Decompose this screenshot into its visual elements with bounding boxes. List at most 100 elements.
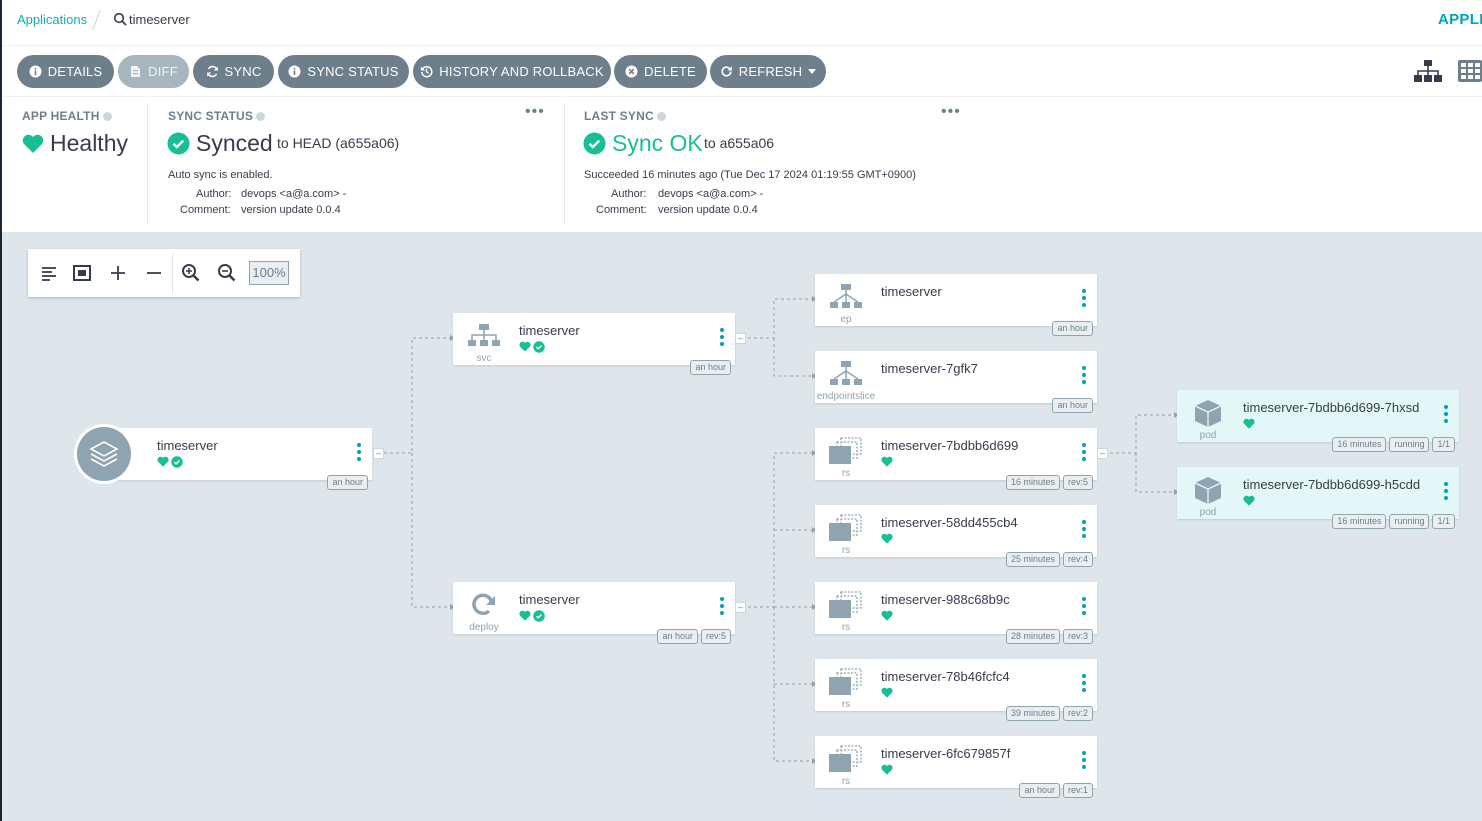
replicaset-node[interactable]: rs timeserver-58dd455cb4 25 minutes rev:4 <box>815 505 1097 567</box>
last-sync-title: LAST SYNC <box>584 109 666 123</box>
node-menu-icon[interactable] <box>1082 751 1086 771</box>
refresh-button-label: REFRESH <box>738 64 803 79</box>
tag: an hour <box>327 475 368 490</box>
node-menu-icon[interactable] <box>357 443 361 463</box>
question-circle-icon[interactable] <box>102 112 112 122</box>
node-tags: 16 minutes running 1/1 <box>1332 437 1455 452</box>
clone-icon <box>829 514 862 541</box>
tag: 39 minutes <box>1005 706 1060 721</box>
sync-status-title: SYNC STATUS <box>168 109 266 123</box>
sync-status-button[interactable]: SYNC STATUS <box>278 55 409 88</box>
refresh-button[interactable]: REFRESH <box>710 55 826 88</box>
delete-button-label: DELETE <box>644 64 696 79</box>
replicaset-node[interactable]: rs timeserver-78b46fcfc4 39 minutes rev:2 <box>815 659 1097 721</box>
deployment-node[interactable]: deploy timeserver an hour rev:5 <box>453 582 735 644</box>
pod-node[interactable]: pod timeserver-7bdbb6d699-7hxsd 16 minut… <box>1177 390 1459 452</box>
replicaset-node[interactable]: rs timeserver-7bdbb6d699 16 minutes rev:5 <box>815 428 1097 490</box>
details-button-label: DETAILS <box>47 64 103 79</box>
sync-icon <box>206 65 218 78</box>
zoom-level-input[interactable]: 100% <box>249 261 289 285</box>
applications-header-label: APPLIC <box>1438 11 1482 28</box>
node-status <box>157 456 183 468</box>
node-menu-icon[interactable] <box>1082 674 1086 694</box>
question-circle-icon[interactable] <box>656 112 666 122</box>
tree-view-icon[interactable] <box>1414 60 1442 82</box>
last-sync-more-icon[interactable]: ••• <box>941 103 961 121</box>
align-left-icon[interactable] <box>38 262 60 284</box>
endpoints-node[interactable]: ep timeserver an hour <box>815 274 1097 336</box>
author-label: Author: <box>196 188 232 200</box>
question-circle-icon[interactable] <box>256 112 266 122</box>
cube-icon <box>1194 400 1222 427</box>
panel-divider <box>564 103 565 223</box>
check-circle-icon <box>167 132 190 155</box>
diff-button[interactable]: DIFF <box>118 55 189 88</box>
node-kind: deploy <box>469 622 499 633</box>
fit-to-screen-icon[interactable] <box>71 262 93 284</box>
check-circle-icon <box>533 610 545 622</box>
tag: running <box>1389 437 1430 452</box>
node-tags: 25 minutes rev:4 <box>1005 552 1093 567</box>
heart-icon <box>881 610 893 621</box>
node-menu-icon[interactable] <box>720 328 724 348</box>
node-menu-icon[interactable] <box>1082 289 1086 309</box>
history-and-rollback-button[interactable]: HISTORY AND ROLLBACK <box>413 55 611 88</box>
app-toolbar: DETAILS DIFF SYNC SYNC STATUS HISTORY AN… <box>2 46 1482 97</box>
sync-status-value: Synced <box>196 130 273 156</box>
info-icon <box>288 65 301 78</box>
tree-connector-lines <box>378 296 1179 764</box>
node-menu-icon[interactable] <box>1082 366 1086 386</box>
minus-icon[interactable] <box>143 262 165 284</box>
author-label: Author: <box>611 188 647 200</box>
node-tags: an hour <box>327 475 368 490</box>
node-kind: pod <box>1199 430 1217 441</box>
comment-label: Comment: <box>596 204 647 216</box>
grid-view-icon[interactable] <box>1458 60 1482 82</box>
history-button-label: HISTORY AND ROLLBACK <box>439 64 604 79</box>
replicaset-node[interactable]: rs timeserver-988c68b9c 28 minutes rev:3 <box>815 582 1097 644</box>
collapse-toggle[interactable]: – <box>373 448 384 459</box>
tag: an hour <box>1052 398 1093 413</box>
node-menu-icon[interactable] <box>720 597 724 617</box>
node-menu-icon[interactable] <box>1444 405 1448 425</box>
breadcrumb-applications-link[interactable]: Applications <box>17 12 87 27</box>
heart-icon <box>881 764 893 775</box>
sync-status-more-icon[interactable]: ••• <box>525 103 545 121</box>
details-button[interactable]: DETAILS <box>17 55 114 88</box>
tag: rev:4 <box>1062 552 1093 567</box>
last-sync-succeeded-text: Succeeded 16 minutes ago (Tue Dec 17 202… <box>584 169 916 181</box>
diff-button-label: DIFF <box>148 64 178 79</box>
panel-divider <box>147 103 148 223</box>
zoom-out-icon[interactable] <box>216 262 238 284</box>
tag: 16 minutes <box>1005 475 1060 490</box>
plus-icon[interactable] <box>107 262 129 284</box>
times-circle-icon <box>625 65 638 78</box>
node-name: timeserver-7bdbb6d699 <box>881 438 1019 453</box>
breadcrumb-app-name[interactable]: timeserver <box>129 12 190 27</box>
collapse-toggle[interactable]: – <box>735 602 746 613</box>
info-icon <box>29 65 42 78</box>
node-menu-icon[interactable] <box>1082 443 1086 463</box>
check-circle-icon <box>171 456 183 468</box>
collapse-toggle[interactable]: – <box>1097 448 1108 459</box>
node-menu-icon[interactable] <box>1082 597 1086 617</box>
heart-icon <box>519 610 531 621</box>
node-menu-icon[interactable] <box>1082 520 1086 540</box>
network-icon <box>830 284 862 308</box>
zoom-in-icon[interactable] <box>180 262 202 284</box>
node-status <box>881 610 893 622</box>
delete-button[interactable]: DELETE <box>614 55 707 88</box>
node-tags: an hour <box>1052 398 1093 413</box>
heart-icon <box>157 456 169 467</box>
pod-node[interactable]: pod timeserver-7bdbb6d699-h5cdd 16 minut… <box>1177 467 1459 529</box>
search-icon[interactable] <box>113 12 127 26</box>
sync-button[interactable]: SYNC <box>193 55 274 88</box>
collapse-toggle[interactable]: – <box>735 333 746 344</box>
resource-tree-canvas[interactable]: 100% timeserver an hour – svc timeserver… <box>2 233 1482 821</box>
zoom-toolbar: 100% <box>28 249 300 297</box>
service-node[interactable]: svc timeserver an hour <box>453 313 735 375</box>
clone-icon <box>829 668 862 695</box>
endpointslice-node[interactable]: endpointslice timeserver-7gfk7 an hour <box>815 351 1097 413</box>
node-menu-icon[interactable] <box>1444 482 1448 502</box>
replicaset-node[interactable]: rs timeserver-6fc679857f an hour rev:1 <box>815 736 1097 798</box>
